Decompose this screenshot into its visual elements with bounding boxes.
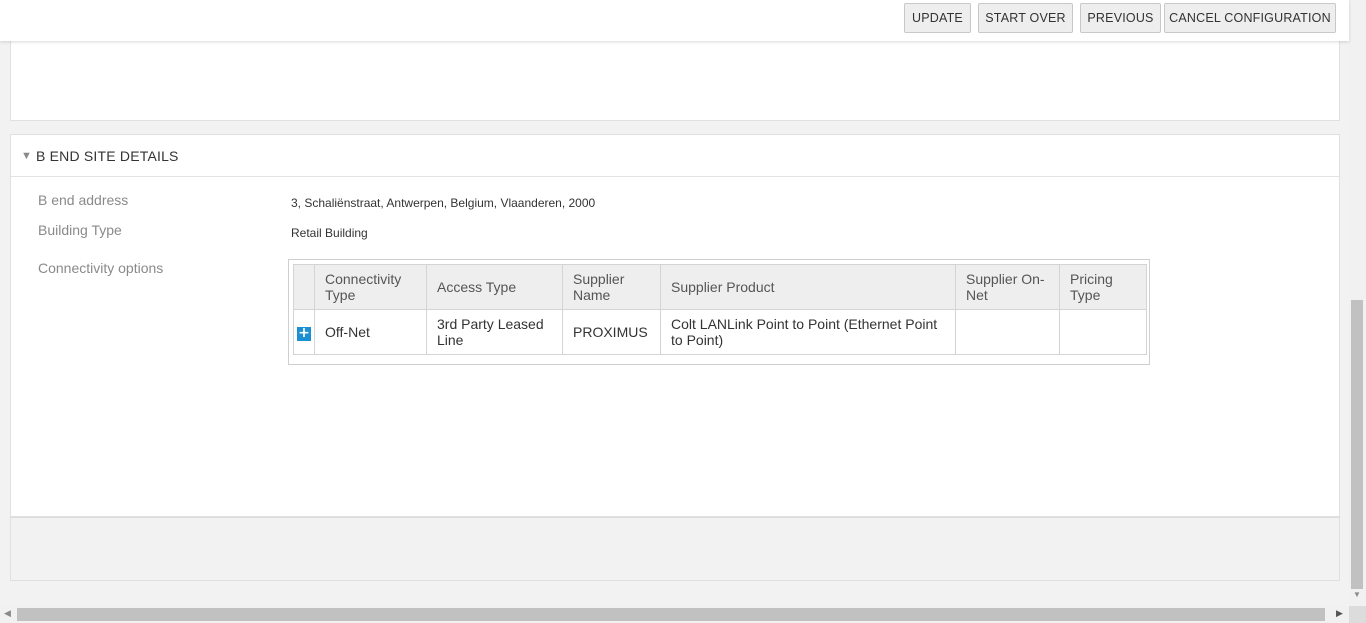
expand-column-header bbox=[293, 264, 315, 310]
table-row[interactable]: + Off-Net 3rd Party Leased Line PROXIMUS… bbox=[293, 309, 1147, 355]
section-title[interactable]: B END SITE DETAILS bbox=[36, 148, 179, 164]
table-header-row: Connectivity Type Access Type Supplier N… bbox=[293, 264, 1147, 310]
access-type-cell: 3rd Party Leased Line bbox=[426, 309, 563, 355]
section-header[interactable]: ▼ B END SITE DETAILS bbox=[11, 135, 1339, 177]
vertical-scrollbar[interactable]: ▼ bbox=[1349, 0, 1366, 606]
column-header[interactable]: Supplier Name bbox=[562, 264, 661, 310]
update-button[interactable]: UPDATE bbox=[904, 3, 971, 33]
expand-row-plus-icon[interactable]: + bbox=[297, 326, 311, 341]
b-end-address-label: B end address bbox=[38, 192, 129, 208]
supplier-product-cell: Colt LANLink Point to Point (Ethernet Po… bbox=[660, 309, 956, 355]
b-end-site-details-panel: ▼ B END SITE DETAILS B end address 3, Sc… bbox=[10, 134, 1340, 517]
column-header[interactable]: Access Type bbox=[426, 264, 563, 310]
horizontal-scrollbar-thumb[interactable] bbox=[17, 608, 1325, 621]
start-over-button[interactable]: START OVER bbox=[978, 3, 1073, 33]
action-toolbar: UPDATE START OVER PREVIOUS CANCEL CONFIG… bbox=[0, 0, 1349, 41]
collapse-caret-icon[interactable]: ▼ bbox=[21, 150, 32, 162]
footer-panel bbox=[10, 517, 1340, 581]
previous-button[interactable]: PREVIOUS bbox=[1080, 3, 1161, 33]
building-type-value: Retail Building bbox=[291, 226, 368, 240]
expand-cell: + bbox=[293, 309, 315, 355]
scroll-right-arrow-icon[interactable]: ▶ bbox=[1336, 608, 1343, 619]
pricing-type-cell bbox=[1059, 309, 1147, 355]
connectivity-type-cell: Off-Net bbox=[314, 309, 427, 355]
scroll-left-arrow-icon[interactable]: ◀ bbox=[4, 608, 11, 619]
b-end-address-value: 3, Schaliënstraat, Antwerpen, Belgium, V… bbox=[291, 196, 596, 210]
supplier-on-net-cell bbox=[955, 309, 1060, 355]
connectivity-options-table-container: Connectivity Type Access Type Supplier N… bbox=[288, 259, 1150, 365]
column-header[interactable]: Supplier On-Net bbox=[955, 264, 1060, 310]
column-header[interactable]: Connectivity Type bbox=[314, 264, 427, 310]
building-type-label: Building Type bbox=[38, 222, 122, 238]
scrollbar-corner bbox=[1349, 606, 1366, 623]
column-header[interactable]: Supplier Product bbox=[660, 264, 956, 310]
horizontal-scrollbar[interactable]: ◀ ▶ bbox=[0, 606, 1349, 623]
connectivity-options-table: Connectivity Type Access Type Supplier N… bbox=[293, 264, 1147, 355]
previous-section-panel bbox=[10, 38, 1340, 121]
connectivity-options-label: Connectivity options bbox=[38, 260, 164, 276]
scroll-down-arrow-icon[interactable]: ▼ bbox=[1353, 590, 1361, 599]
cancel-configuration-button[interactable]: CANCEL CONFIGURATION bbox=[1164, 3, 1336, 33]
vertical-scrollbar-thumb[interactable] bbox=[1351, 300, 1363, 589]
supplier-name-cell: PROXIMUS bbox=[562, 309, 661, 355]
column-header[interactable]: Pricing Type bbox=[1059, 264, 1147, 310]
